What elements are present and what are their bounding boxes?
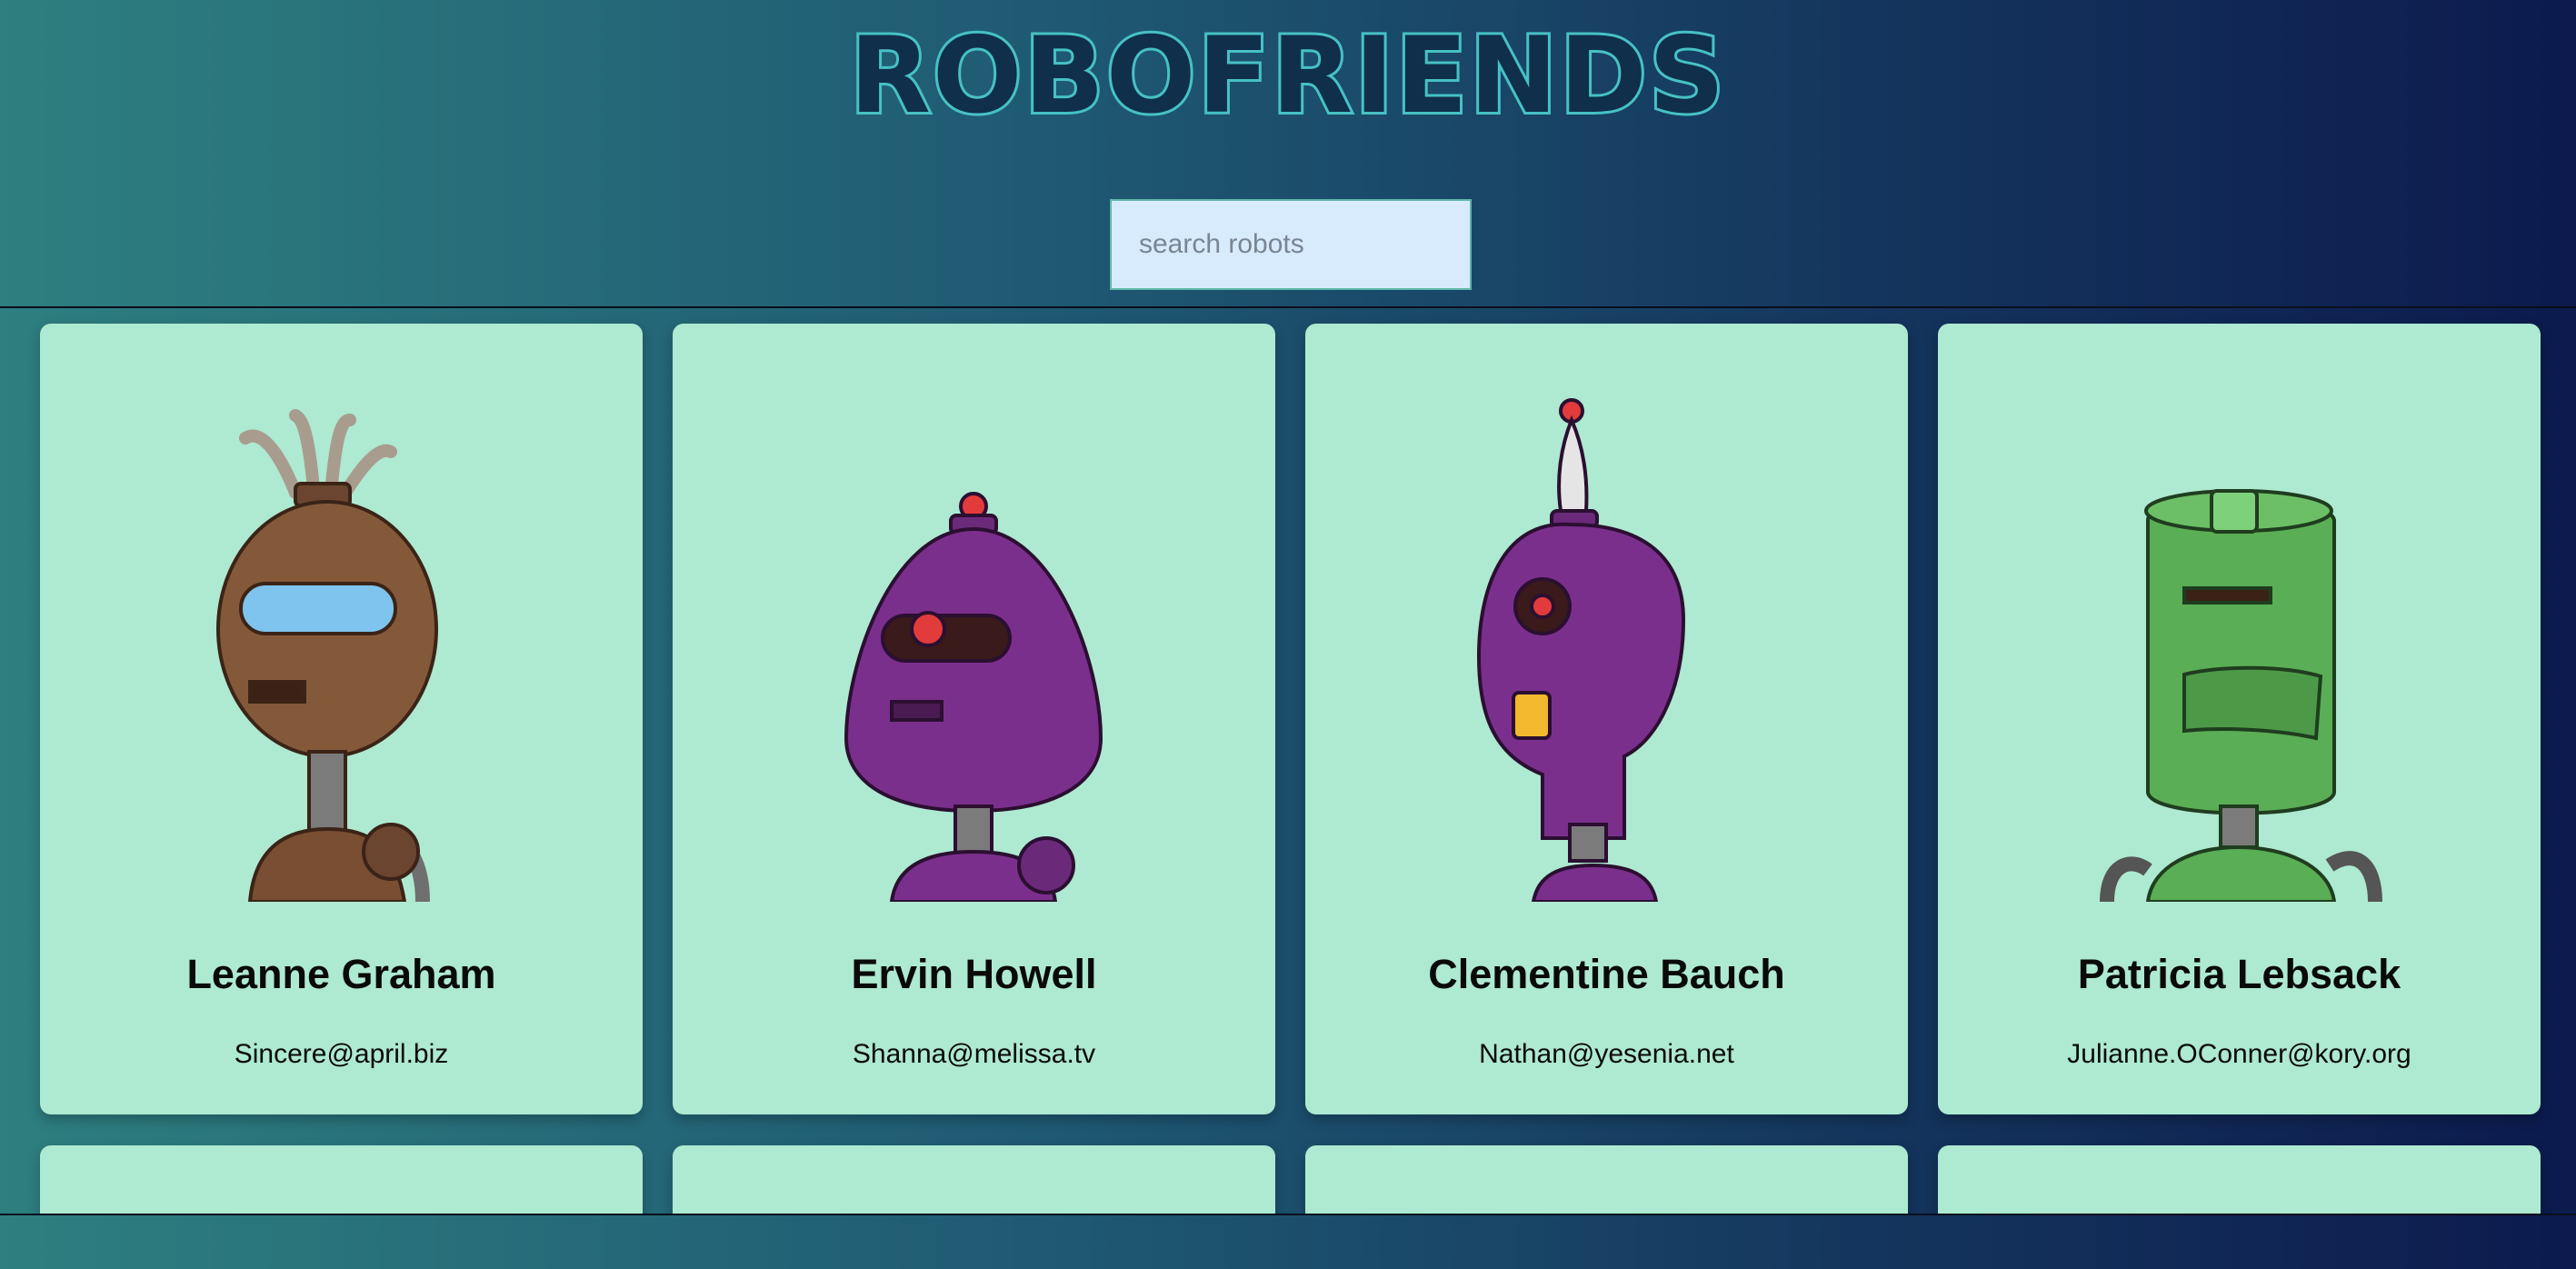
robot-card[interactable]: Leanne Graham Sincere@april.biz (40, 324, 643, 1114)
green-can-robot-avatar-icon (2100, 489, 2382, 902)
robot-card[interactable] (1305, 1145, 1908, 1214)
robot-card[interactable]: Patricia Lebsack Julianne.OConner@kory.o… (1938, 324, 2541, 1114)
robot-card[interactable] (673, 1145, 1275, 1214)
robot-name: Leanne Graham (186, 951, 496, 997)
robot-card[interactable] (40, 1145, 643, 1214)
robot-name: Patricia Lebsack (2077, 951, 2401, 997)
robot-email: Shanna@melissa.tv (852, 1039, 1096, 1069)
search-input[interactable] (1110, 199, 1472, 290)
purple-cyclops-robot-avatar-icon (844, 492, 1103, 902)
app-header: ROBOFRIENDS (0, 0, 2576, 307)
robot-email: Julianne.OConner@kory.org (2067, 1039, 2411, 1069)
robot-card-list[interactable]: Leanne Graham Sincere@april.biz Ervin Ho… (0, 308, 2576, 1214)
robot-card[interactable]: Ervin Howell Shanna@melissa.tv (673, 324, 1275, 1114)
robot-card[interactable] (1938, 1145, 2541, 1214)
footer-divider (0, 1214, 2576, 1215)
robot-name: Ervin Howell (851, 951, 1097, 997)
robot-email: Nathan@yesenia.net (1479, 1039, 1734, 1069)
brown-robot-avatar-icon (216, 409, 438, 902)
app-title: ROBOFRIENDS (847, 12, 1728, 140)
robot-name: Clementine Bauch (1428, 951, 1785, 997)
purple-antenna-robot-avatar-icon (1476, 398, 1686, 902)
robot-email: Sincere@april.biz (234, 1039, 449, 1069)
robot-card[interactable]: Clementine Bauch Nathan@yesenia.net (1305, 324, 1908, 1114)
